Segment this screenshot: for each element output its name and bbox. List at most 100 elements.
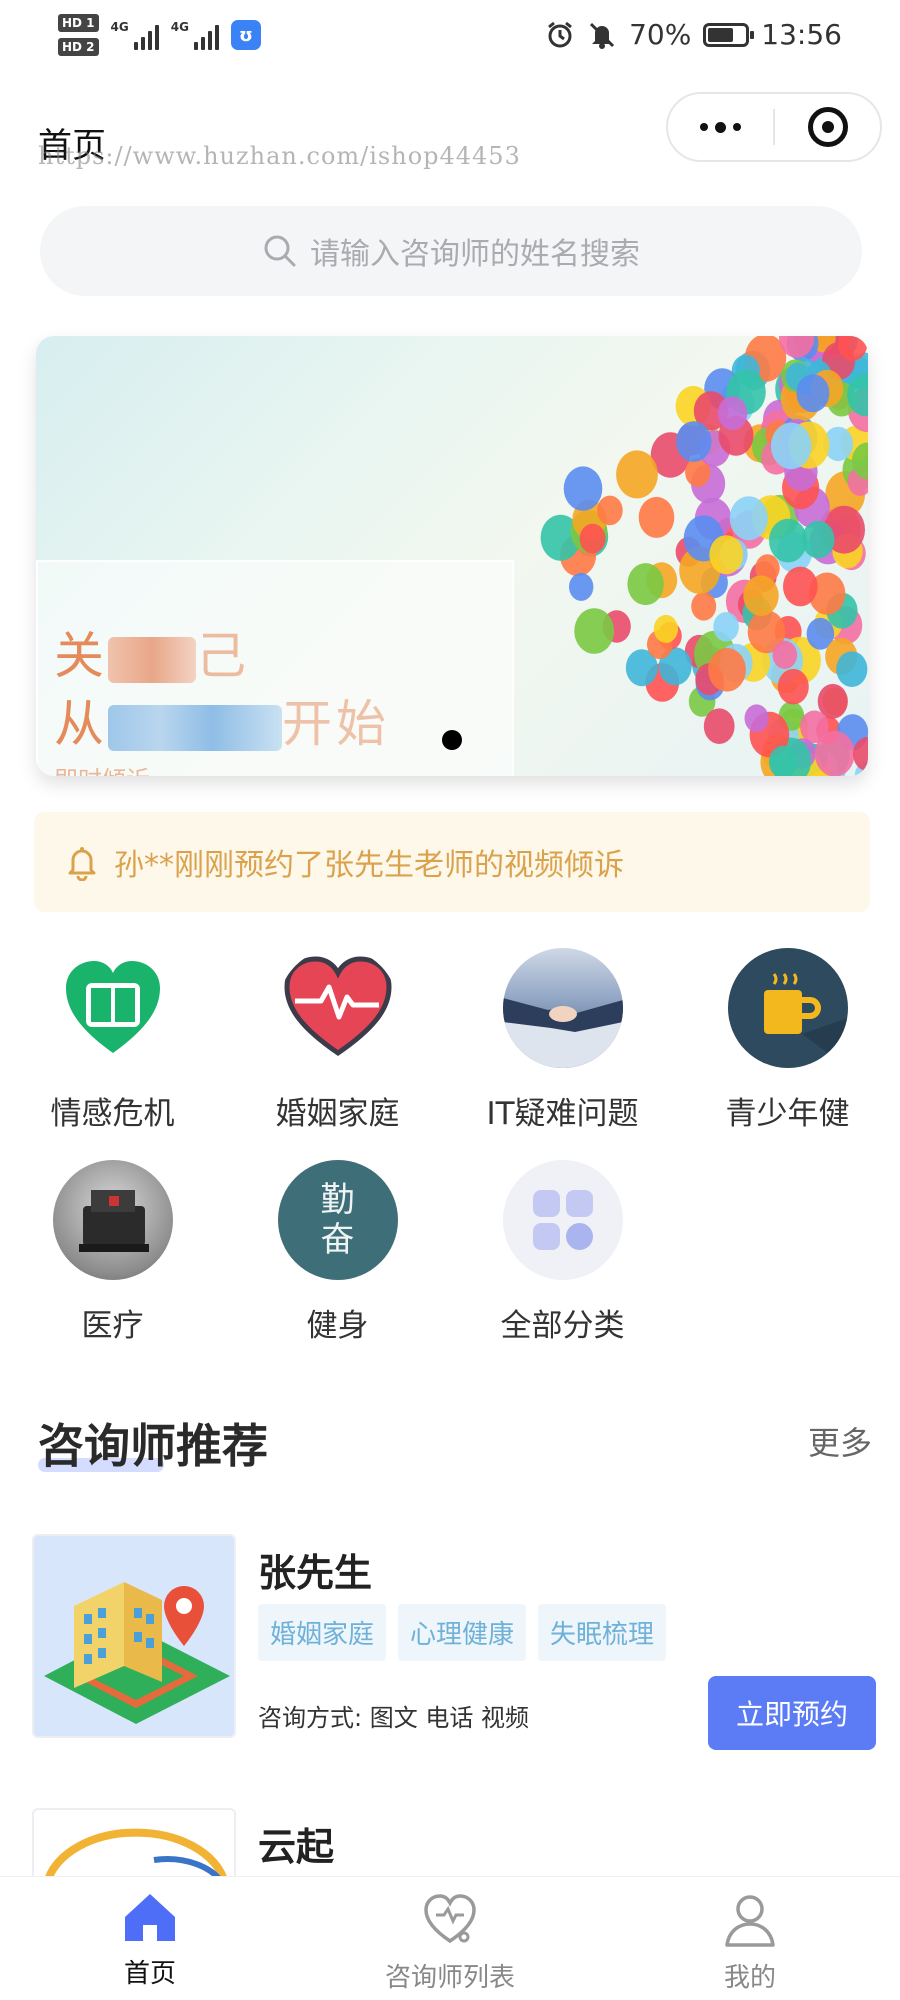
- user-icon: [725, 1895, 775, 1947]
- category-medical[interactable]: 医疗: [0, 1160, 225, 1345]
- bell-icon: [68, 847, 96, 881]
- banner-line2-start: 从: [54, 695, 108, 753]
- category-label: 婚姻家庭: [275, 1096, 400, 1132]
- heartbeat-icon: [278, 948, 398, 1068]
- balloon-shape: [691, 592, 717, 621]
- category-label: 情感危机: [50, 1096, 175, 1132]
- balloon-shape: [708, 648, 746, 692]
- tab-home[interactable]: 首页: [0, 1877, 300, 2000]
- balloon-shape: [777, 668, 809, 705]
- balloon-shape: [653, 614, 678, 643]
- balloons-image: [540, 336, 868, 776]
- consult-methods-label: 咨询方式:: [258, 1704, 363, 1732]
- balloon-shape: [676, 421, 712, 462]
- consult-methods-value: 图文 电话 视频: [369, 1704, 529, 1732]
- heart-shield-icon: [53, 948, 173, 1068]
- counselor-card[interactable]: 张先生 婚姻家庭 心理健康 失眠梳理 咨询方式: 图文 电话 视频 立即预约: [32, 1534, 876, 1750]
- balloon-shape: [814, 730, 855, 776]
- battery-percent: 70%: [629, 18, 692, 51]
- hd1-badge: HD 1: [58, 14, 99, 32]
- tab-label: 首页: [123, 1959, 176, 1989]
- balloon-shape: [638, 496, 675, 538]
- notice-text: 孙**刚刚预约了张先生老师的视频倾诉: [114, 848, 624, 883]
- counselor-card[interactable]: 云起: [32, 1808, 868, 1876]
- book-now-button[interactable]: 立即预约: [708, 1676, 876, 1750]
- watermark-text: https://www.huzhan.com/ishop44453: [38, 142, 521, 170]
- balloon-shape: [744, 704, 769, 733]
- category-all[interactable]: 全部分类: [450, 1160, 675, 1345]
- more-menu-button[interactable]: [668, 94, 773, 160]
- search-input[interactable]: 请输入咨询师的姓名搜索: [40, 206, 862, 296]
- balloon-shape: [703, 708, 735, 744]
- counselor-name: 云起: [258, 1825, 335, 1869]
- balloon-shape: [783, 566, 818, 607]
- balloon-shape: [713, 612, 739, 642]
- app-notification-icon: ʊ: [230, 20, 261, 50]
- page: HD 1 HD 2 4G 4G ʊ 70% 13:56 首页 https://w…: [0, 0, 900, 2000]
- coffee-mug-icon: [727, 948, 848, 1068]
- medical-device-photo-icon: [52, 1160, 173, 1280]
- category-label: 青少年健: [725, 1096, 850, 1132]
- more-link[interactable]: 更多: [808, 1418, 872, 1464]
- more-dots-icon: [700, 121, 741, 133]
- banner-line2-end: 开始: [282, 695, 390, 753]
- mute-icon: [590, 22, 615, 49]
- search-icon: [264, 235, 296, 267]
- miniprogram-capsule: [666, 92, 882, 162]
- consult-methods: 咨询方式: 图文 电话 视频: [258, 1698, 529, 1733]
- balloon-shape: [579, 523, 606, 554]
- balloon-shape: [743, 575, 779, 616]
- search-placeholder: 请输入咨询师的姓名搜索: [310, 237, 640, 272]
- tab-label: 我的: [723, 1963, 776, 1993]
- balloon-shape: [729, 496, 768, 541]
- category-label: 全部分类: [500, 1308, 625, 1344]
- counselor-tag: 失眠梳理: [538, 1604, 667, 1661]
- clock: 13:56: [761, 18, 842, 51]
- counselor-tag: 心理健康: [398, 1604, 527, 1661]
- balloon-shape: [772, 640, 798, 669]
- carousel-indicator[interactable]: [442, 730, 462, 750]
- tab-counselor-list[interactable]: 咨询师列表: [300, 1877, 600, 2000]
- category-label: IT疑难问题: [486, 1096, 639, 1132]
- tab-label: 咨询师列表: [384, 1963, 515, 1993]
- signal-icon-sim2: 4G: [171, 20, 219, 50]
- category-teen-health[interactable]: 青少年健: [675, 948, 900, 1133]
- balloon-shape: [836, 651, 868, 687]
- tab-mine[interactable]: 我的: [600, 1877, 900, 2000]
- bottom-tab-bar: 首页 咨询师列表 我的: [0, 1876, 900, 2000]
- hd-indicators: HD 1 HD 2: [58, 14, 99, 56]
- banner-line1-end: 己: [196, 627, 250, 685]
- banner-carousel[interactable]: 关 己 从 开始 即时倾诉: [36, 336, 868, 776]
- calligraphy-char-1: 勤: [320, 1180, 355, 1220]
- close-miniprogram-button[interactable]: [775, 94, 880, 160]
- category-label: 健身: [306, 1308, 369, 1344]
- balloon-shape: [770, 422, 812, 470]
- banner-subline: 即时倾诉: [54, 760, 150, 776]
- balloon-shape: [796, 374, 830, 413]
- battery-icon: [703, 22, 755, 47]
- balloon-shape: [717, 396, 748, 431]
- counselor-name: 张先生: [258, 1551, 373, 1595]
- balloon-shape: [563, 466, 603, 511]
- counselor-tag: 婚姻家庭: [258, 1604, 387, 1661]
- banner-line1-start: 关: [54, 627, 108, 685]
- grid-apps-icon: [502, 1160, 623, 1280]
- balloon-shape: [574, 608, 615, 654]
- status-bar: HD 1 HD 2 4G 4G ʊ 70% 13:56: [0, 0, 900, 76]
- category-it-problems[interactable]: IT疑难问题: [450, 948, 675, 1133]
- section-title: 咨询师推荐: [38, 1419, 268, 1473]
- category-marriage-family[interactable]: 婚姻家庭: [225, 948, 450, 1133]
- counselor-avatar: [32, 1534, 236, 1738]
- balloon-shape: [616, 450, 658, 499]
- blurred-text: [108, 636, 196, 683]
- counselor-tags: 婚姻家庭 心理健康 失眠梳理: [258, 1604, 667, 1661]
- blurred-text: [108, 704, 282, 751]
- category-emotional-crisis[interactable]: 情感危机: [0, 948, 225, 1133]
- balloon-shape: [769, 518, 807, 563]
- home-icon: [125, 1894, 175, 1941]
- balloon-shape: [627, 563, 664, 606]
- calligraphy-char-2: 奋: [320, 1220, 355, 1260]
- balloon-shape: [597, 495, 623, 526]
- target-icon: [807, 107, 848, 147]
- category-fitness[interactable]: 勤 奋 健身: [225, 1160, 450, 1345]
